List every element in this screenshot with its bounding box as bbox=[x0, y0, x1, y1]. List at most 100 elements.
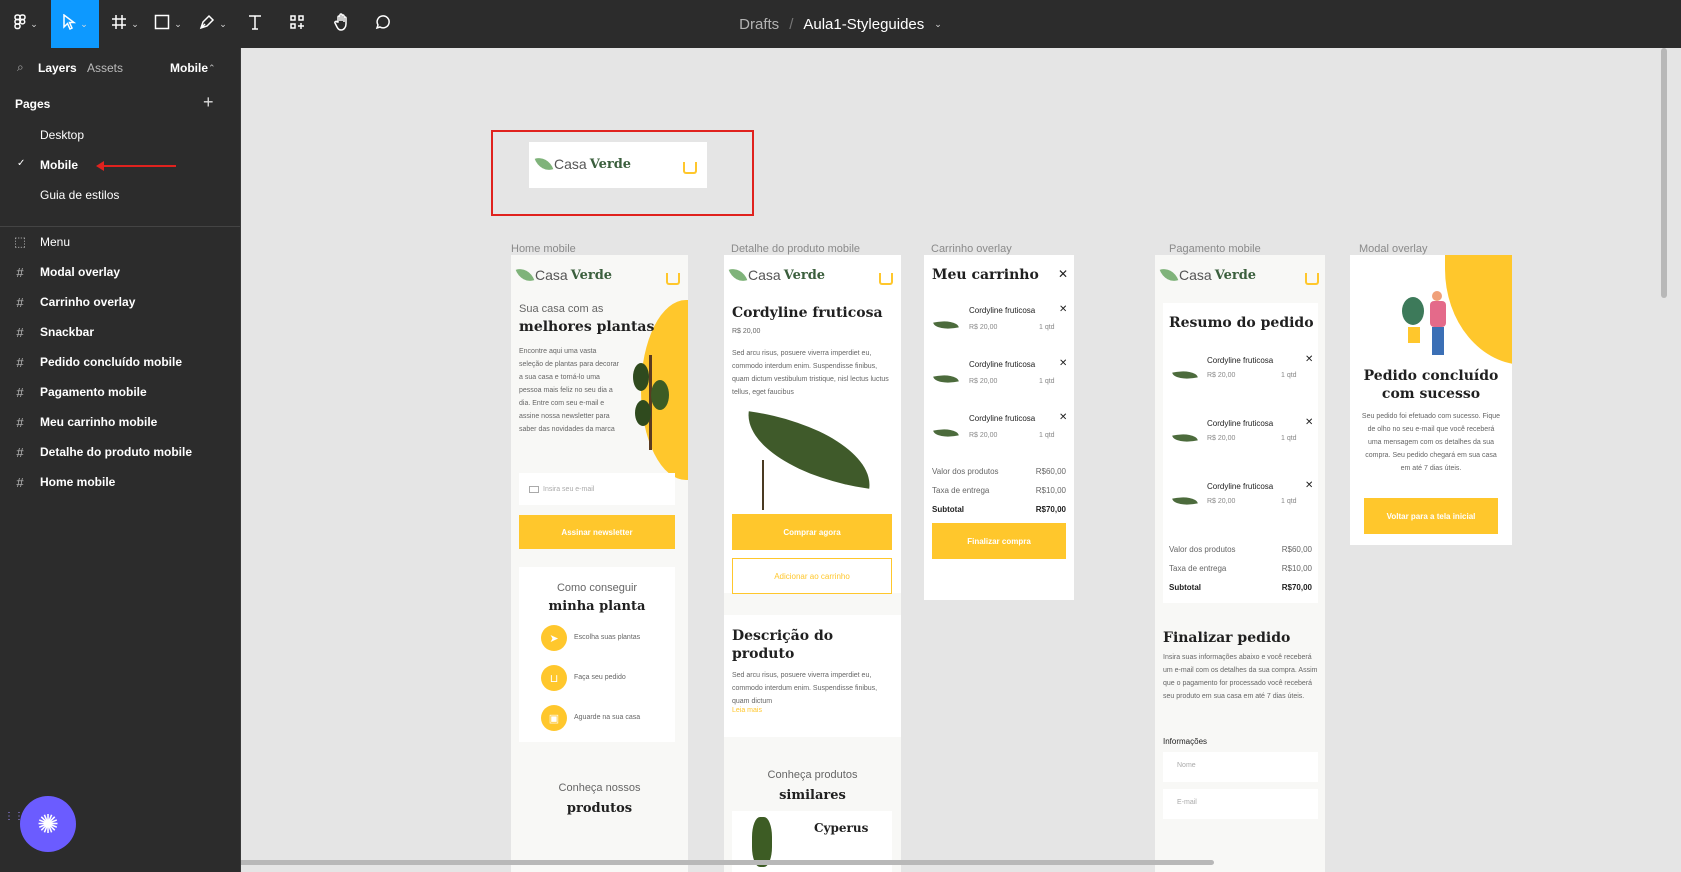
frame-detail-mobile[interactable]: Casa Verde Cordyline fruticosa R$ 20,00 S… bbox=[724, 255, 901, 872]
frame-label-home[interactable]: Home mobile bbox=[511, 243, 576, 255]
layer-item-carrinho-overlay[interactable]: # Carrinho overlay bbox=[0, 286, 240, 318]
page-item-guia[interactable]: Guia de estilos bbox=[40, 188, 119, 202]
menu-component[interactable]: Casa Verde bbox=[529, 142, 707, 188]
frame-home-mobile[interactable]: Casa Verde Sua casa com as melhores plant… bbox=[511, 255, 688, 872]
layer-item-home[interactable]: # Home mobile bbox=[0, 466, 240, 498]
layer-item-pedido-concluido[interactable]: # Pedido concluído mobile bbox=[0, 346, 240, 378]
remove-item-icon[interactable]: ✕ bbox=[1305, 417, 1313, 428]
remove-item-icon[interactable]: ✕ bbox=[1305, 480, 1313, 491]
logo-text-verde: Verde bbox=[570, 267, 613, 283]
layer-item-detalhe[interactable]: # Detalhe do produto mobile bbox=[0, 436, 240, 468]
search-icon[interactable]: ⌕ bbox=[17, 60, 24, 75]
layer-item-meu-carrinho[interactable]: # Meu carrinho mobile bbox=[0, 406, 240, 438]
rectangle-icon bbox=[154, 14, 170, 35]
remove-item-icon[interactable]: ✕ bbox=[1059, 412, 1067, 423]
person-plants-illustration bbox=[1402, 277, 1462, 357]
layer-item-pagamento[interactable]: # Pagamento mobile bbox=[0, 376, 240, 408]
layer-item-menu[interactable]: ⬚ Menu bbox=[0, 226, 240, 258]
remove-item-icon[interactable]: ✕ bbox=[1305, 354, 1313, 365]
canvas[interactable]: Casa Verde Home mobile Detalhe do produto… bbox=[241, 48, 1681, 872]
email-placeholder: Insira seu e-mail bbox=[543, 485, 595, 493]
pages-heading: Pages bbox=[15, 97, 51, 111]
move-tool-button[interactable]: ⌄ bbox=[51, 0, 99, 48]
value: R$70,00 bbox=[1281, 583, 1312, 592]
resources-button[interactable] bbox=[285, 0, 309, 48]
layer-item-modal-overlay[interactable]: # Modal overlay bbox=[0, 256, 240, 288]
layer-item-snackbar[interactable]: # Snackbar bbox=[0, 316, 240, 348]
item-qty-select[interactable]: 1 qtd bbox=[1039, 432, 1055, 439]
product-body: Sed arcu risus, posuere viverra imperdie… bbox=[732, 350, 889, 396]
leaf-icon bbox=[515, 265, 535, 285]
remove-item-icon[interactable]: ✕ bbox=[1059, 358, 1067, 369]
step-3: Aguarde na sua casa bbox=[574, 714, 641, 721]
page-item-desktop[interactable]: Desktop bbox=[40, 128, 84, 142]
file-menu-chevron-icon[interactable]: ⌄ bbox=[934, 19, 942, 30]
cart-item: Cordyline fruticosa ✕ R$ 20,00 1 qtd bbox=[924, 354, 1074, 410]
label: Subtotal bbox=[932, 505, 964, 514]
figma-logo-icon bbox=[14, 13, 26, 35]
tab-layers[interactable]: Layers bbox=[38, 61, 77, 75]
panel-tabs: ⌕ Layers Assets Mobile ⌃ bbox=[0, 48, 240, 88]
close-icon[interactable]: ✕ bbox=[1058, 267, 1068, 281]
summary-item: Cordyline fruticosa ✕ R$ 20,00 1 qtd bbox=[1163, 348, 1318, 408]
layer-label: Detalhe do produto mobile bbox=[40, 445, 192, 459]
vertical-scrollbar[interactable] bbox=[1661, 48, 1667, 298]
logo-text-casa: Casa bbox=[535, 267, 568, 283]
frame-icon: # bbox=[16, 384, 24, 400]
chevron-down-icon: ⌄ bbox=[80, 18, 88, 29]
email-field[interactable]: E-mail bbox=[1163, 789, 1318, 819]
tab-assets[interactable]: Assets bbox=[87, 61, 123, 75]
item-qty-select[interactable]: 1 qtd bbox=[1039, 324, 1055, 331]
summary-item: Cordyline fruticosa ✕ R$ 20,00 1 qtd bbox=[1163, 411, 1318, 471]
item-qty-select[interactable]: 1 qtd bbox=[1281, 372, 1297, 379]
back-home-button[interactable]: Voltar para a tela inicial bbox=[1364, 498, 1498, 534]
remove-item-icon[interactable]: ✕ bbox=[1059, 304, 1067, 315]
know-intro: Conheça nossos bbox=[558, 782, 641, 794]
file-name[interactable]: Aula1-Styleguides bbox=[803, 16, 924, 33]
item-qty-select[interactable]: 1 qtd bbox=[1039, 378, 1055, 385]
pen-tool-button[interactable]: ⌄ bbox=[197, 0, 229, 48]
description-title: Descrição do produto bbox=[732, 628, 834, 662]
frame-label-cart[interactable]: Carrinho overlay bbox=[931, 243, 1012, 255]
cart-item: Cordyline fruticosa ✕ R$ 20,00 1 qtd bbox=[924, 300, 1074, 356]
frame-label-payment[interactable]: Pagamento mobile bbox=[1169, 243, 1261, 255]
chevron-up-icon[interactable]: ⌃ bbox=[208, 63, 216, 74]
page-selector[interactable]: Mobile bbox=[170, 61, 208, 75]
newsletter-email-input[interactable]: Insira seu e-mail bbox=[519, 473, 675, 505]
finish-purchase-button[interactable]: Finalizar compra bbox=[932, 523, 1066, 559]
read-more-link[interactable]: Leia mais bbox=[732, 707, 762, 714]
frame-cart-overlay[interactable]: Meu carrinho ✕ Cordyline fruticosa ✕ R$ … bbox=[924, 255, 1074, 600]
comment-bubble-icon bbox=[374, 14, 390, 35]
buy-now-button[interactable]: Comprar agora bbox=[732, 514, 892, 550]
name-field[interactable]: Nome bbox=[1163, 752, 1318, 782]
frame-payment-mobile[interactable]: Casa Verde Resumo do pedido Cordyline fru… bbox=[1155, 255, 1325, 872]
drag-handle-icon[interactable]: ⋮⋮ bbox=[4, 812, 24, 830]
subscribe-button[interactable]: Assinar newsletter bbox=[519, 515, 675, 549]
item-qty-select[interactable]: 1 qtd bbox=[1281, 498, 1297, 505]
similar-intro: Conheça produtos bbox=[767, 769, 858, 781]
cart-circle-icon: ⊔ bbox=[541, 665, 567, 691]
cart-icon[interactable] bbox=[683, 162, 697, 174]
frame-label-detail[interactable]: Detalhe do produto mobile bbox=[731, 243, 860, 255]
add-page-plus-icon[interactable]: + bbox=[203, 92, 214, 113]
summary-card: Resumo do pedido Cordyline fruticosa ✕ R$ … bbox=[1163, 303, 1318, 603]
shape-tool-button[interactable]: ⌄ bbox=[152, 0, 184, 48]
frame-tool-button[interactable]: ⌄ bbox=[110, 0, 140, 48]
comment-tool-button[interactable] bbox=[370, 0, 394, 48]
add-to-cart-button[interactable]: Adicionar ao carrinho bbox=[732, 558, 892, 594]
shipping-row: Taxa de entrega R$10,00 bbox=[1169, 564, 1312, 573]
logo-text-casa: Casa bbox=[1179, 267, 1212, 283]
page-item-mobile[interactable]: Mobile bbox=[40, 158, 78, 172]
frame-icon: # bbox=[16, 444, 24, 460]
text-tool-button[interactable] bbox=[243, 0, 267, 48]
horizontal-scrollbar[interactable] bbox=[241, 860, 1214, 865]
item-qty-select[interactable]: 1 qtd bbox=[1281, 435, 1297, 442]
logo-text-verde: Verde bbox=[589, 156, 632, 172]
chevron-down-icon: ⌄ bbox=[30, 18, 38, 29]
plugin-launcher-button[interactable]: ✺ bbox=[20, 796, 76, 852]
breadcrumb-drafts[interactable]: Drafts bbox=[739, 16, 779, 33]
frame-modal-overlay[interactable]: Pedido concluído com sucesso Seu pedido … bbox=[1350, 255, 1512, 545]
figma-menu-button[interactable]: ⌄ bbox=[8, 0, 44, 48]
hand-tool-button[interactable] bbox=[330, 0, 354, 48]
frame-label-modal[interactable]: Modal overlay bbox=[1359, 243, 1427, 255]
